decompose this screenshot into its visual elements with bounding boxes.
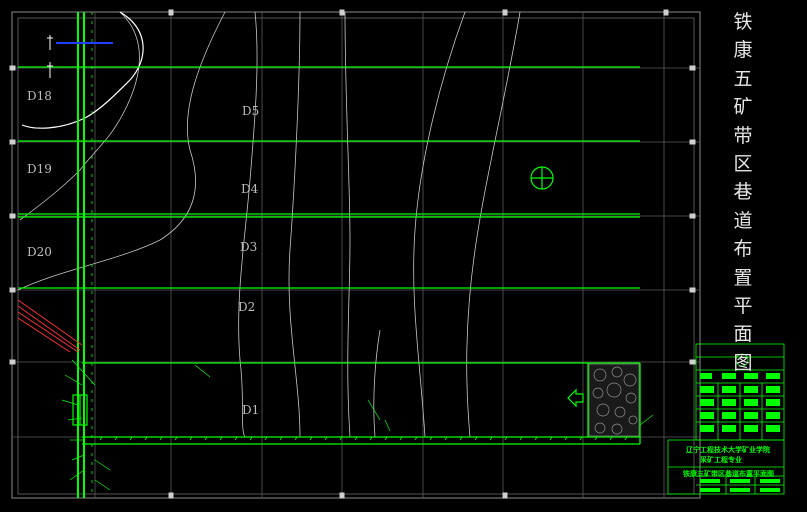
title-char: 铁 xyxy=(733,11,753,33)
title-char: 布 xyxy=(733,238,753,261)
roadways xyxy=(18,66,641,445)
block-label-d20: D20 xyxy=(27,245,52,259)
title-char: 康 xyxy=(733,39,753,62)
block-label-d1: D1 xyxy=(242,403,260,417)
title-char: 面 xyxy=(733,323,753,346)
block-label-d4: D4 xyxy=(241,182,259,196)
title-char: 五 xyxy=(733,67,753,90)
block-label-d19: D19 xyxy=(27,162,52,176)
title-char: 区 xyxy=(733,153,753,176)
contour-lines xyxy=(17,11,521,438)
title-char: 道 xyxy=(733,209,753,232)
title-char: 平 xyxy=(733,295,753,318)
block-label-d2: D2 xyxy=(238,300,256,314)
block-label-d5: D5 xyxy=(242,104,260,118)
title-char: 矿 xyxy=(733,96,753,119)
title-char: 巷 xyxy=(733,181,753,204)
title-char: 置 xyxy=(733,266,753,289)
drawing-title: 铁 康 五 矿 带 区 巷 道 布 置 平 面 图 xyxy=(728,8,758,377)
leader-lines xyxy=(61,359,654,491)
red-inclined-lines xyxy=(17,299,83,353)
titleblock-major: 采矿工程专业 xyxy=(700,456,742,464)
block-label-d3: D3 xyxy=(240,240,258,254)
titleblock-school: 辽宁工程技术大学矿业学院 xyxy=(686,446,770,454)
title-char: 带 xyxy=(733,124,753,147)
titleblock-drawing-name: 铁康五矿带区巷道布置平面图 xyxy=(683,470,774,478)
advance-arrow-icon xyxy=(567,388,584,408)
title-char: 图 xyxy=(733,351,753,374)
cad-drawing-canvas[interactable] xyxy=(0,0,807,512)
block-label-d18: D18 xyxy=(27,89,52,103)
borehole-symbol xyxy=(530,166,554,190)
survey-markers xyxy=(47,35,53,78)
